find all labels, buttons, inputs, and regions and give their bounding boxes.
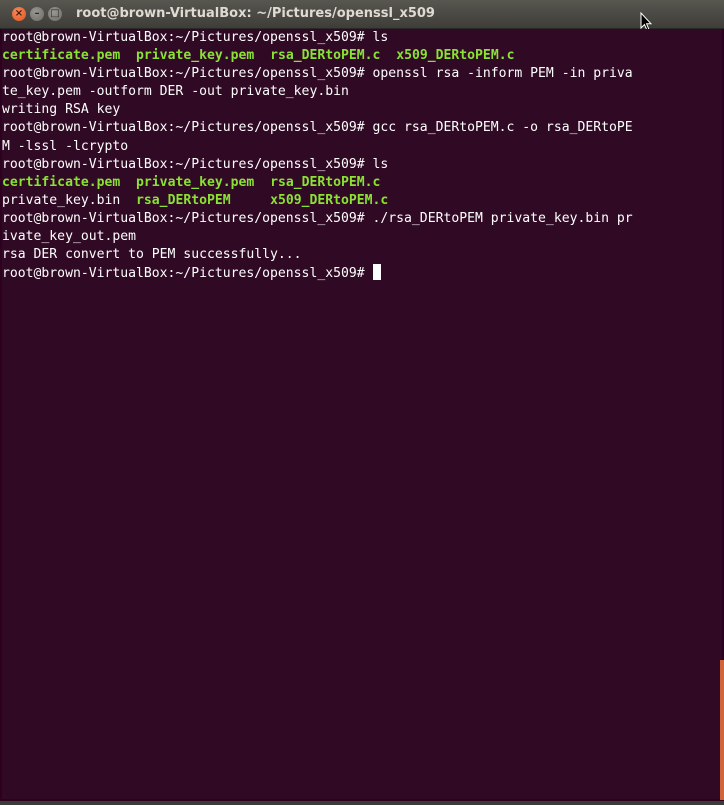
terminal-line: rsa DER convert to PEM successfully... — [2, 246, 722, 264]
terminal-text: M -lssl -lcrypto — [2, 138, 129, 154]
title-bar[interactable]: × – □ root@brown-VirtualBox: ~/Pictures/… — [0, 0, 724, 32]
spacing — [120, 175, 136, 190]
terminal-text: root@brown-VirtualBox:~/Pictures/openssl… — [2, 30, 389, 45]
terminal-text: root@brown-VirtualBox:~/Pictures/openssl… — [2, 266, 373, 282]
terminal-output[interactable]: root@brown-VirtualBox:~/Pictures/openssl… — [2, 29, 722, 799]
file-name: rsa_DERtoPEM.c — [270, 48, 381, 64]
terminal-line: writing RSA key — [2, 101, 722, 119]
terminal-text: root@brown-VirtualBox:~/Pictures/openssl… — [2, 66, 633, 82]
file-name: private_key.pem — [136, 48, 255, 64]
terminal-text: te_key.pem -outform DER -out private_key… — [2, 84, 349, 100]
terminal-text: root@brown-VirtualBox:~/Pictures/openssl… — [2, 210, 633, 226]
terminal-line: ivate_key_out.pem — [2, 228, 722, 246]
terminal-text: writing RSA key — [2, 102, 121, 118]
file-name: private_key.bin — [2, 192, 121, 208]
spacing — [254, 175, 270, 190]
maximize-icon: □ — [50, 8, 60, 19]
file-name: x509_DERtoPEM.c — [270, 192, 389, 208]
window-bottom-edge — [0, 801, 724, 805]
terminal-line: private_key.bin rsa_DERtoPEM x509_DERtoP… — [2, 192, 722, 210]
terminal-text: root@brown-VirtualBox:~/Pictures/openssl… — [2, 156, 389, 172]
file-name: x509_DERtoPEM.c — [396, 48, 515, 64]
spacing — [380, 48, 396, 63]
terminal-line: te_key.pem -outform DER -out private_key… — [2, 83, 722, 101]
minimize-icon: – — [34, 8, 40, 19]
terminal-line: certificate.pem private_key.pem rsa_DERt… — [2, 47, 722, 65]
terminal-text: rsa DER convert to PEM successfully... — [2, 247, 302, 263]
window-title: root@brown-VirtualBox: ~/Pictures/openss… — [76, 6, 435, 21]
scrollbar[interactable] — [720, 660, 724, 800]
terminal-line: root@brown-VirtualBox:~/Pictures/openssl… — [2, 264, 722, 282]
spacing — [254, 48, 270, 63]
text-cursor — [372, 264, 381, 281]
terminal-line: root@brown-VirtualBox:~/Pictures/openssl… — [2, 156, 722, 174]
terminal-line: M -lssl -lcrypto — [2, 138, 722, 156]
terminal-line: root@brown-VirtualBox:~/Pictures/openssl… — [2, 210, 722, 228]
close-icon: × — [14, 8, 24, 19]
file-name: certificate.pem — [2, 174, 121, 190]
close-window-button[interactable]: × — [12, 7, 26, 21]
spacing — [231, 193, 270, 208]
terminal-text: root@brown-VirtualBox:~/Pictures/openssl… — [2, 120, 633, 136]
file-name: rsa_DERtoPEM.c — [270, 174, 381, 190]
file-name: private_key.pem — [136, 174, 255, 190]
spacing — [120, 48, 136, 63]
terminal-line: root@brown-VirtualBox:~/Pictures/openssl… — [2, 29, 722, 47]
file-name: rsa_DERtoPEM — [136, 192, 231, 208]
terminal-text: ivate_key_out.pem — [2, 229, 137, 245]
spacing — [120, 193, 136, 208]
terminal-line: root@brown-VirtualBox:~/Pictures/openssl… — [2, 119, 722, 137]
terminal-line: root@brown-VirtualBox:~/Pictures/openssl… — [2, 65, 722, 83]
minimize-window-button[interactable]: – — [30, 7, 44, 21]
file-name: certificate.pem — [2, 48, 121, 64]
terminal-line: certificate.pem private_key.pem rsa_DERt… — [2, 174, 722, 192]
maximize-window-button[interactable]: □ — [48, 7, 62, 21]
